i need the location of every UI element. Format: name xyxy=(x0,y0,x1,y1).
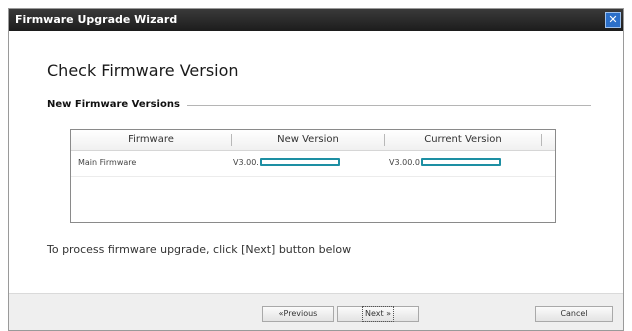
column-header-new-version[interactable]: New Version xyxy=(232,130,384,150)
column-separator[interactable] xyxy=(541,134,542,146)
cell-new-version: V3.00. xyxy=(233,150,340,176)
cancel-button-label: Cancel xyxy=(560,309,588,318)
firmware-version-table: Firmware New Version Current Version Mai… xyxy=(70,129,556,223)
cell-firmware-name: Main Firmware xyxy=(78,158,137,167)
redaction-mark xyxy=(259,157,340,166)
close-button[interactable]: ✕ xyxy=(605,12,621,28)
column-header-current-version[interactable]: Current Version xyxy=(385,130,541,150)
new-version-text: V3.00. xyxy=(233,158,259,167)
current-version-text: V3.00.0 xyxy=(389,158,420,167)
cell-current-version: V3.00.0 xyxy=(389,150,501,176)
table-header: Firmware New Version Current Version xyxy=(71,130,555,151)
next-button-label: Next » xyxy=(361,306,395,322)
redaction-mark xyxy=(420,157,501,166)
wizard-content: Check Firmware Version New Firmware Vers… xyxy=(9,31,623,293)
title-bar: Firmware Upgrade Wizard ✕ xyxy=(9,9,623,31)
button-bar: «Previous Next » Cancel xyxy=(9,293,623,330)
page-title: Check Firmware Version xyxy=(47,61,239,80)
section-divider xyxy=(187,105,591,106)
instruction-text: To process firmware upgrade, click [Next… xyxy=(47,243,352,256)
close-icon: ✕ xyxy=(608,13,618,26)
next-button[interactable]: Next » xyxy=(337,306,419,322)
previous-button[interactable]: «Previous xyxy=(262,306,334,322)
window-title: Firmware Upgrade Wizard xyxy=(15,13,178,26)
cancel-button[interactable]: Cancel xyxy=(535,306,613,322)
section-label: New Firmware Versions xyxy=(47,99,180,110)
firmware-upgrade-wizard-window: Firmware Upgrade Wizard ✕ Check Firmware… xyxy=(8,8,624,331)
table-row[interactable]: Main Firmware V3.00. V3.00.0 xyxy=(71,150,555,177)
column-header-firmware[interactable]: Firmware xyxy=(71,130,231,150)
previous-button-label: «Previous xyxy=(278,309,318,318)
